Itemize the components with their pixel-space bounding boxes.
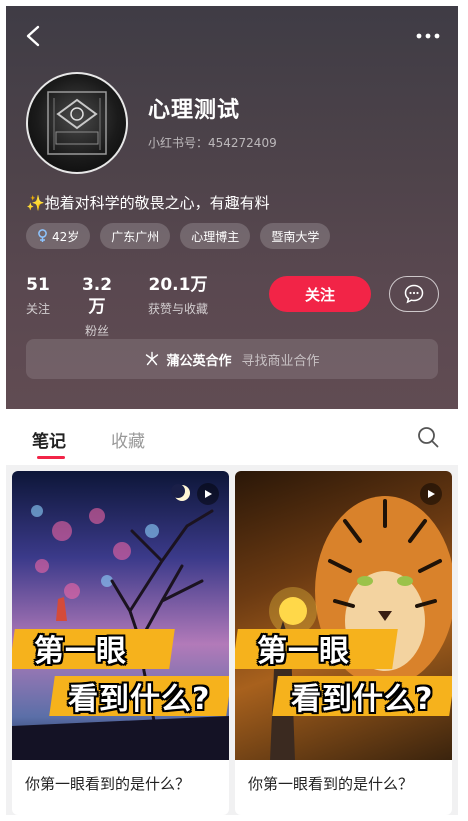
location-tag-label: 广东广州 (111, 229, 160, 244)
likes-stat[interactable]: 20.1万 获赞与收藏 (143, 274, 213, 317)
note-card[interactable]: 第一眼 看到什么? 你第一眼看到的是什么？ (12, 471, 229, 815)
video-badge (420, 483, 442, 505)
message-button[interactable] (389, 276, 439, 312)
business-title: 蒲公英合作 (166, 353, 232, 369)
more-icon (416, 33, 440, 39)
note-cover[interactable]: 第一眼 看到什么? (235, 471, 452, 760)
message-icon (404, 284, 424, 304)
search-button[interactable] (416, 425, 440, 449)
bio: ✨抱着对科学的敬畏之心，有趣有料 (26, 194, 270, 212)
note-title[interactable]: 你第一眼看到的是什么？ (248, 771, 438, 797)
note-title[interactable]: 你第一眼看到的是什么？ (25, 771, 215, 797)
following-label: 关注 (26, 302, 51, 316)
play-icon (205, 490, 212, 498)
tab-collect[interactable]: 收藏 (111, 427, 145, 452)
likes-count: 20.1万 (148, 275, 208, 295)
school-tag-label: 暨南大学 (271, 229, 320, 244)
cover-overlay-line1: 第一眼 (257, 634, 350, 669)
female-icon (38, 229, 47, 242)
follow-button[interactable]: 关注 (269, 276, 371, 312)
followers-label: 粉丝 (84, 324, 109, 338)
avatar-image (47, 91, 107, 155)
category-tag-label: 心理博主 (191, 229, 240, 244)
following-count: 51 (26, 275, 50, 295)
age-tag-label: 42岁 (52, 229, 80, 244)
red-id: 小红书号：454272409 (148, 136, 277, 150)
tab-notes[interactable]: 笔记 (32, 427, 66, 452)
following-stat[interactable]: 51 关注 (26, 274, 50, 317)
profile-tags: 42岁 广东广州 心理博主 暨南大学 (26, 223, 331, 249)
location-tag: 广东广州 (100, 223, 171, 249)
profile-page: 心理测试 小红书号：454272409 ✨抱着对科学的敬畏之心，有趣有料 42岁… (6, 6, 458, 815)
followers-stat[interactable]: 3.2万 粉丝 (76, 274, 118, 339)
cover-overlay-line2: 看到什么? (291, 682, 434, 717)
search-icon (418, 427, 439, 448)
note-card[interactable]: 第一眼 看到什么? 你第一眼看到的是什么？ (235, 471, 452, 815)
video-badge (197, 483, 219, 505)
content-tabs: 笔记 收藏 (6, 409, 458, 465)
more-button[interactable] (410, 18, 446, 54)
likes-label: 获赞与收藏 (147, 302, 208, 316)
note-cover[interactable]: 第一眼 看到什么? (12, 471, 229, 760)
username: 心理测试 (148, 98, 241, 123)
followers-count: 3.2万 (81, 275, 113, 317)
profile-header: 心理测试 小红书号：454272409 ✨抱着对科学的敬畏之心，有趣有料 42岁… (6, 6, 458, 409)
age-tag: 42岁 (26, 223, 91, 249)
active-tab-indicator (37, 456, 65, 459)
category-tag: 心理博主 (180, 223, 251, 249)
avatar[interactable] (26, 72, 128, 174)
school-tag: 暨南大学 (260, 223, 331, 249)
back-button[interactable] (16, 18, 52, 54)
cover-overlay-line2: 看到什么? (68, 682, 211, 717)
back-icon (26, 25, 40, 47)
business-subtitle: 寻找商业合作 (241, 353, 320, 369)
play-icon (428, 490, 435, 498)
cover-overlay-line1: 第一眼 (34, 634, 127, 669)
business-cooperation-bar[interactable]: 蒲公英合作 寻找商业合作 (26, 339, 438, 379)
dandelion-icon (146, 351, 159, 366)
